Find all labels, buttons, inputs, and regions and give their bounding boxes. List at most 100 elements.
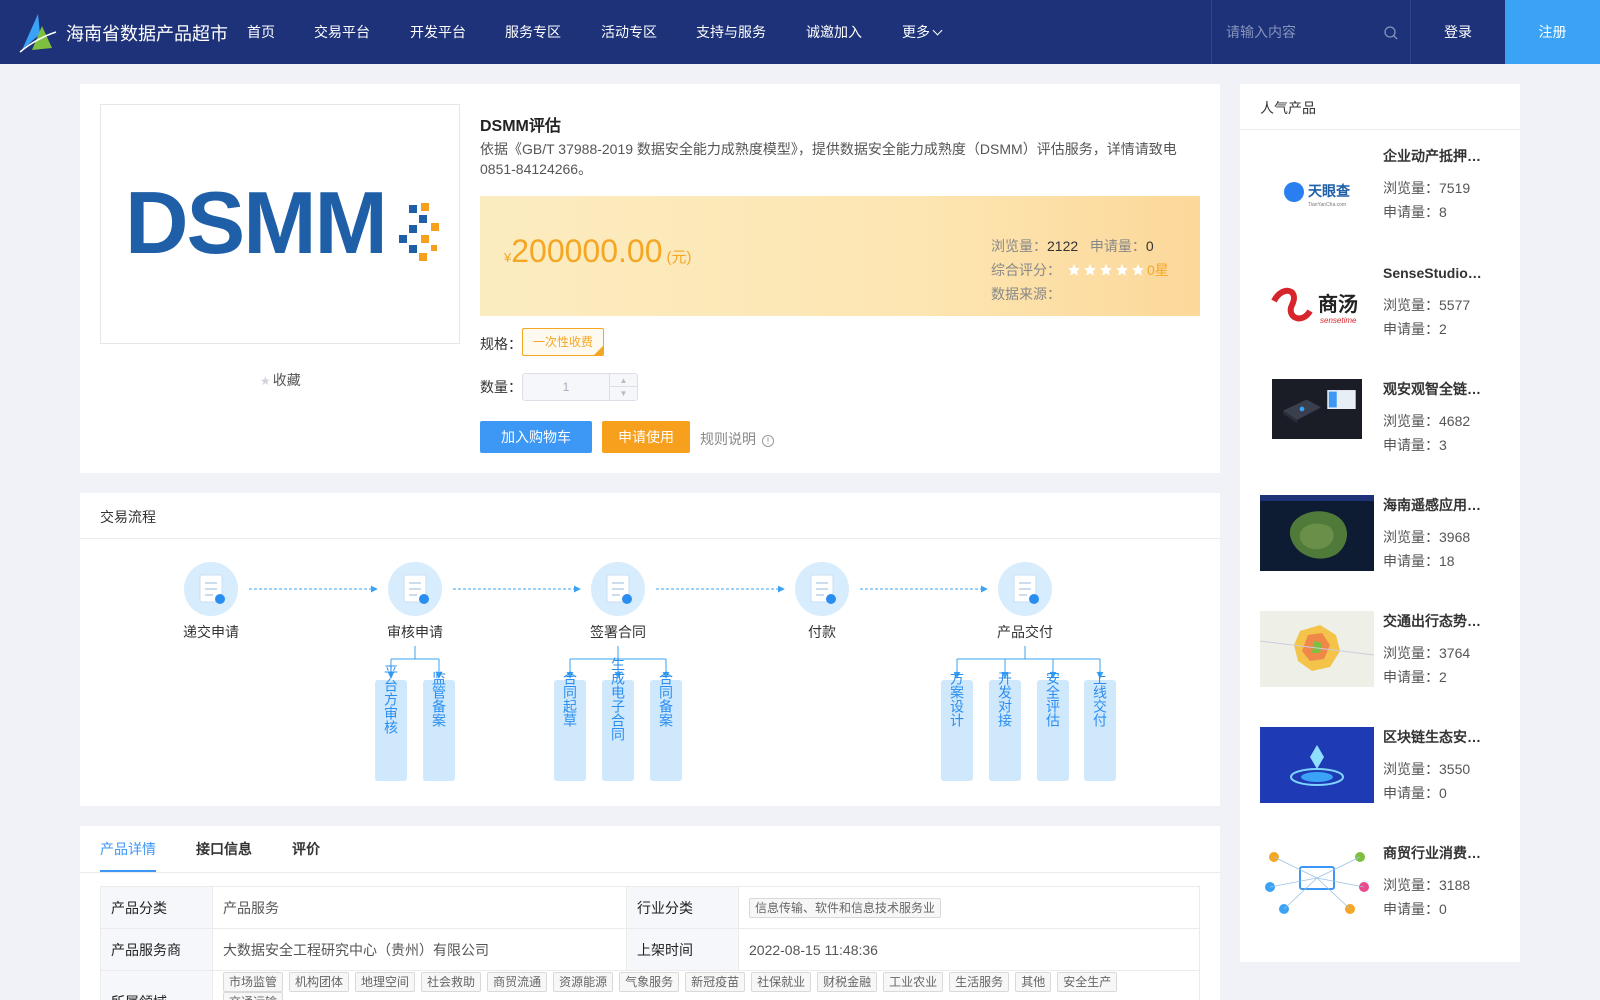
popular-product-views: 浏览量：3188: [1383, 875, 1470, 895]
domain-tag: 社保就业: [751, 971, 812, 992]
listed-value: 2022-08-15 11:48:36: [738, 928, 1200, 971]
views-label: 浏览量：: [1383, 877, 1439, 893]
nav-dev[interactable]: 开发平台: [410, 0, 466, 64]
table-row: 产品服务商 大数据安全工程研究中心（贵州）有限公司 上架时间 2022-08-1…: [100, 928, 1200, 971]
flow-step: 签署合同: [590, 562, 646, 640]
popular-product-applies: 申请量：18: [1383, 551, 1455, 571]
document-icon: [403, 574, 429, 604]
popular-product-views: 浏览量：7519: [1383, 178, 1470, 198]
tab-details[interactable]: 产品详情: [100, 826, 156, 872]
popular-product-name[interactable]: 海南遥感应用服务平台: [1383, 495, 1493, 515]
applies-value: 8: [1439, 204, 1447, 220]
domain-tags: 市场监管 机构团体 地理空间 社会救助 商贸流通 资源能源 气象服务 新冠疫苗 社保就业 财税金融…: [212, 970, 1200, 1000]
applies-label: 申请量：: [1089, 238, 1146, 254]
site-brand[interactable]: 海南省数据产品超市: [66, 20, 228, 46]
provider-value: 大数据安全工程研究中心（贵州）有限公司: [212, 928, 627, 971]
quantity-decrease-icon[interactable]: ▼: [610, 387, 637, 400]
popular-product-name[interactable]: 交通出行态势分析: [1383, 611, 1493, 631]
views-value: 3188: [1439, 877, 1471, 893]
popular-product-name[interactable]: 企业动产抵押信息查询: [1383, 146, 1493, 166]
spec-option-one-time[interactable]: 一次性收费: [522, 328, 604, 356]
nav-trading[interactable]: 交易平台: [314, 0, 370, 64]
applies-value: 18: [1439, 553, 1455, 569]
popular-product-views: 浏览量：3968: [1383, 527, 1470, 547]
popular-product-name[interactable]: 区块链生态安全服务: [1383, 727, 1493, 747]
popular-product-item[interactable]: 天眼查TianYanCha.com企业动产抵押信息查询浏览量：7519申请量：8: [1260, 146, 1510, 256]
details-card: 产品详情 接口信息 评价 产品分类 产品服务 行业分类 信息传输、软件和信息技术服务…: [80, 826, 1220, 1000]
views-value: 3764: [1439, 645, 1471, 661]
domain-tag: 社会救助: [421, 971, 482, 992]
register-button[interactable]: 注册: [1505, 0, 1600, 64]
rating-label: 综合评分：: [991, 262, 1061, 278]
popular-product-name[interactable]: SenseStudio人工智能开发平台: [1383, 263, 1493, 283]
applies-value: 3: [1439, 437, 1447, 453]
add-to-cart-button[interactable]: 加入购物车: [480, 421, 592, 453]
rules-link[interactable]: 规则说明!: [700, 429, 774, 449]
nav-join[interactable]: 诚邀加入: [806, 0, 862, 64]
rating-value: 0星: [1147, 262, 1169, 278]
flow-substep-label: 开发对接: [997, 671, 1013, 728]
site-logo-icon[interactable]: [18, 12, 58, 54]
tianyancha-logo-icon: [1284, 182, 1304, 202]
rating-stars: [1067, 258, 1147, 282]
logo-text: 商汤: [1318, 292, 1358, 316]
flow-substep-label: 监管备案: [431, 671, 447, 727]
product-image: DSMM: [100, 104, 460, 344]
flow-substep-label: 方案设计: [949, 671, 965, 727]
nav-activity[interactable]: 活动专区: [601, 0, 657, 64]
selected-corner-icon: [594, 346, 603, 355]
flow-substep-label: 上线交付: [1092, 671, 1108, 728]
category-value: 产品服务: [212, 886, 627, 929]
trade-flow-card: 交易流程 递交申请 审核申请 签署合同 付款 产品交付 平台方审核 监管备案 合同起草 生成电子…: [80, 493, 1220, 806]
favorite-button[interactable]: ★ 收藏: [260, 370, 301, 390]
tab-api[interactable]: 接口信息: [196, 826, 252, 872]
nav-support[interactable]: 支持与服务: [696, 0, 766, 64]
views-value: 3968: [1439, 529, 1471, 545]
popular-product-item[interactable]: 海南遥感应用服务平台浏览量：3968申请量：18: [1260, 495, 1510, 605]
popular-product-item[interactable]: 商贸行业消费数据分析浏览量：3188申请量：0: [1260, 843, 1510, 953]
price-panel: ¥200000.00 (元) 浏览量：2122 申请量：0 综合评分： 0星 数据来…: [480, 196, 1200, 316]
apply-button[interactable]: 申请使用: [602, 421, 690, 453]
search-icon[interactable]: [1383, 25, 1399, 41]
domain-tag: 其他: [1015, 971, 1052, 992]
document-icon: [606, 574, 632, 604]
industry-tag: 信息传输、软件和信息技术服务业: [749, 897, 942, 918]
domain-tag: 财税金融: [817, 971, 878, 992]
favorite-label: 收藏: [272, 372, 301, 388]
popular-product-applies: 申请量：2: [1383, 319, 1447, 339]
popular-product-applies: 申请量：3: [1383, 435, 1447, 455]
rating-star-icon: [1132, 264, 1144, 276]
popular-product-item[interactable]: 商汤sensetimeSenseStudio人工智能开发平台浏览量：5577申请…: [1260, 263, 1510, 373]
popular-product-name[interactable]: 商贸行业消费数据分析: [1383, 843, 1493, 863]
popular-product-applies: 申请量：0: [1383, 899, 1447, 919]
popular-title: 人气产品: [1260, 100, 1316, 116]
login-button[interactable]: 登录: [1411, 0, 1505, 64]
nav-home[interactable]: 首页: [247, 0, 275, 64]
views-value: 7519: [1439, 180, 1471, 196]
document-icon: [1013, 574, 1039, 604]
trade-flow-diagram: 递交申请 审核申请 签署合同 付款 产品交付平台方审核 监管备案 合同起草 生成电子合同 合同备…: [183, 562, 1116, 781]
product-thumbnail: [1260, 611, 1374, 687]
quantity-increase-icon[interactable]: ▲: [610, 374, 637, 387]
table-row: 产品分类 产品服务 行业分类 信息传输、软件和信息技术服务业: [100, 886, 1200, 929]
tab-reviews[interactable]: 评价: [292, 826, 320, 872]
applies-label: 申请量：: [1383, 901, 1439, 917]
nav-more[interactable]: 更多: [902, 0, 943, 64]
popular-product-item[interactable]: 观安观智全链路数据安全浏览量：4682申请量：3: [1260, 379, 1510, 489]
popular-product-item[interactable]: 区块链生态安全服务浏览量：3550申请量：0: [1260, 727, 1510, 837]
applies-value: 0: [1145, 238, 1154, 254]
quantity-input[interactable]: [523, 374, 609, 400]
domain-tag: 商贸流通: [487, 971, 548, 992]
popular-product-item[interactable]: 交通出行态势分析 浏览量：3764 申请量：2: [1260, 611, 1510, 721]
flow-step-label: 产品交付: [997, 624, 1053, 640]
search-input[interactable]: [1226, 20, 1376, 44]
provider-label: 产品服务商: [100, 928, 213, 971]
applies-label: 申请量：: [1383, 204, 1439, 220]
flow-step: 产品交付: [997, 562, 1053, 640]
views-label: 浏览量：: [1383, 529, 1439, 545]
popular-products-panel: 人气产品 天眼查TianYanCha.com企业动产抵押信息查询浏览量：7519…: [1240, 84, 1520, 962]
flow-substep-label: 合同起草: [562, 671, 578, 727]
popular-product-name[interactable]: 观安观智全链路数据安全: [1383, 379, 1493, 399]
nav-service[interactable]: 服务专区: [505, 0, 561, 64]
side-divider: [1240, 129, 1520, 130]
